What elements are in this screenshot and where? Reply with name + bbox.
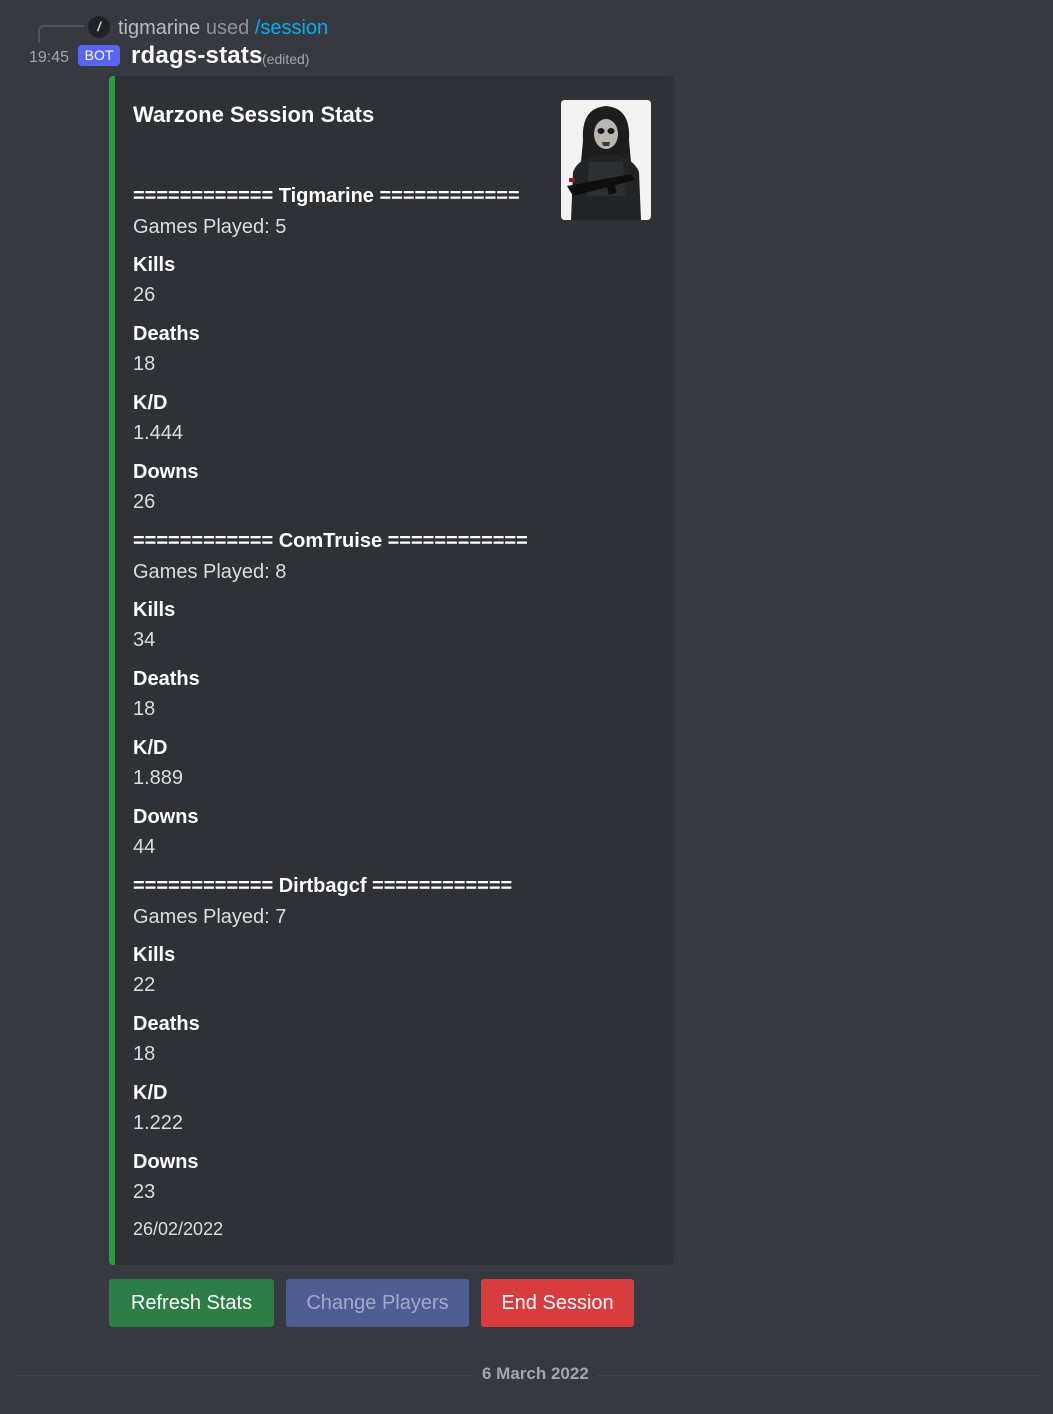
player-header-comtruise: ============ ComTruise ============	[133, 530, 528, 552]
bot-username[interactable]: rdags-stats	[131, 42, 263, 70]
field-value-deaths: 18	[133, 698, 156, 720]
field-name-kills: Kills	[133, 944, 176, 966]
embed-footer-date: 26/02/2022	[133, 1219, 224, 1239]
command-used-line: tigmarine used /session	[118, 15, 328, 41]
field-value-downs: 44	[133, 836, 156, 858]
refresh-stats-button[interactable]: Refresh Stats	[109, 1279, 274, 1327]
field-value-downs: 23	[133, 1181, 156, 1203]
field-value-deaths: 18	[133, 1043, 156, 1065]
field-name-kills: Kills	[133, 254, 176, 276]
field-name-deaths: Deaths	[133, 323, 200, 345]
field-name-deaths: Deaths	[133, 1013, 200, 1035]
field-value-kd: 1.222	[133, 1112, 184, 1134]
reply-spine	[38, 25, 84, 43]
slash-command-icon: /	[88, 16, 110, 38]
stats-embed: Warzone Session Stats ============ Tigma…	[109, 76, 674, 1265]
edited-label[interactable]: (edited)	[262, 51, 309, 67]
command-user[interactable]: tigmarine	[118, 17, 200, 39]
field-value-kills: 34	[133, 629, 156, 651]
field-value-deaths: 18	[133, 353, 156, 375]
field-name-downs: Downs	[133, 1151, 199, 1173]
field-value-downs: 26	[133, 491, 156, 513]
field-value-kd: 1.889	[133, 767, 184, 789]
field-value-kills: 26	[133, 284, 156, 306]
date-divider-label: 6 March 2022	[474, 1364, 597, 1384]
player-header-tigmarine: ============ Tigmarine ============	[133, 185, 520, 207]
field-name-downs: Downs	[133, 461, 199, 483]
soldier-thumbnail[interactable]	[561, 100, 651, 220]
games-played: Games Played: 5	[133, 216, 287, 238]
command-name[interactable]: /session	[255, 17, 328, 39]
message-timestamp[interactable]: 19:45	[29, 49, 69, 67]
games-played: Games Played: 7	[133, 906, 287, 928]
end-session-button[interactable]: End Session	[481, 1279, 634, 1327]
bot-message: / tigmarine used /session 19:45 BOT rdag…	[0, 0, 1053, 1414]
field-name-downs: Downs	[133, 806, 199, 828]
field-value-kd: 1.444	[133, 422, 184, 444]
bot-badge: BOT	[78, 45, 120, 66]
field-name-kd: K/D	[133, 392, 168, 414]
change-players-button[interactable]: Change Players	[286, 1279, 469, 1327]
player-header-dirtbagcf: ============ Dirtbagcf ============	[133, 875, 513, 897]
games-played: Games Played: 8	[133, 561, 287, 583]
embed-title: Warzone Session Stats	[133, 102, 375, 127]
command-used-text: used	[205, 17, 250, 39]
field-name-kd: K/D	[133, 1082, 168, 1104]
field-name-kills: Kills	[133, 599, 176, 621]
field-name-deaths: Deaths	[133, 668, 200, 690]
field-value-kills: 22	[133, 974, 156, 996]
soldier-image-icon	[561, 100, 651, 220]
field-name-kd: K/D	[133, 737, 168, 759]
